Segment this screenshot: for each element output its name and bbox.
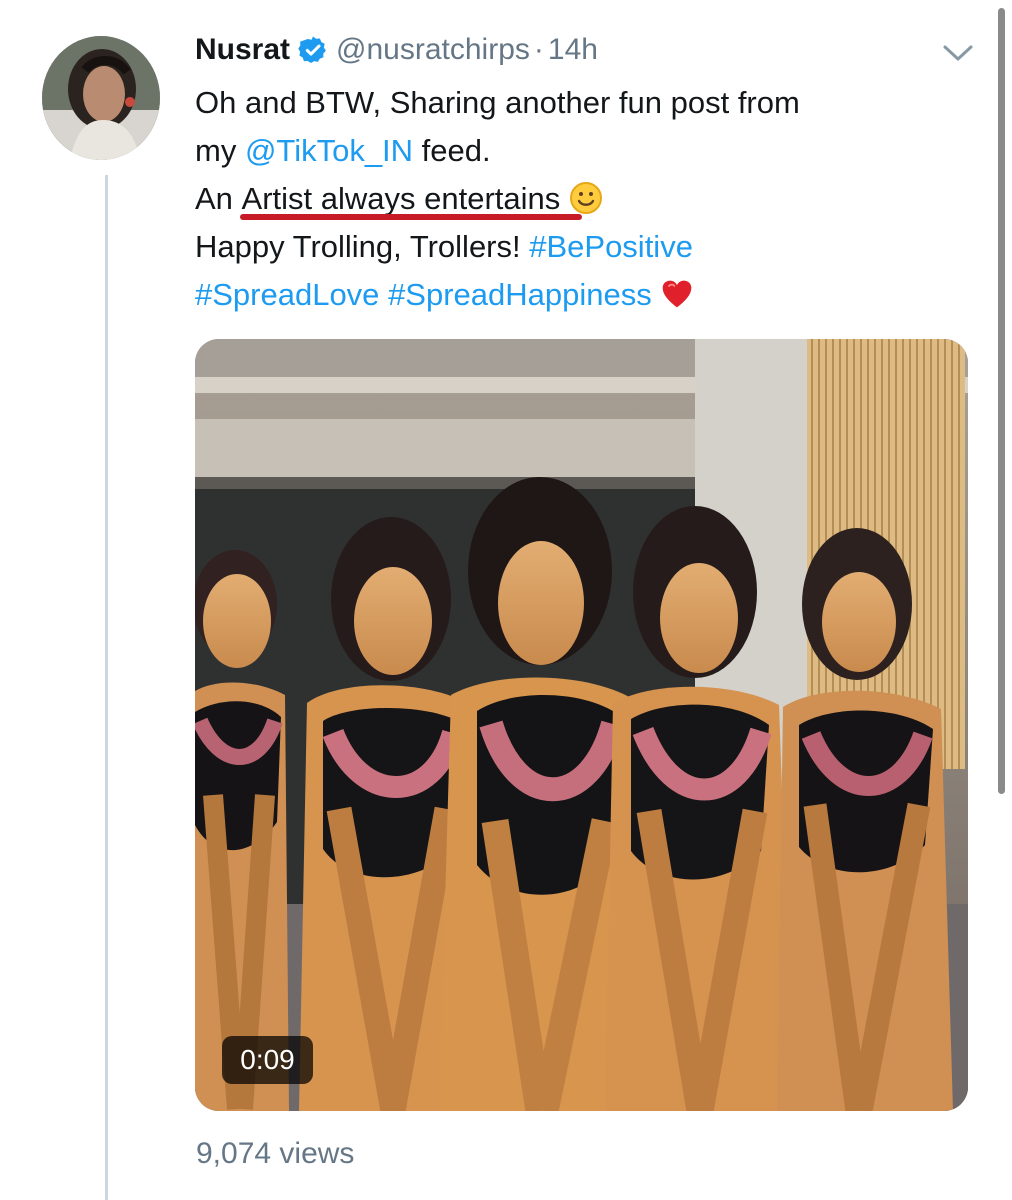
verified-badge-icon: [298, 36, 326, 63]
header-separator: ·: [533, 33, 544, 66]
tweet-line-4: Happy Trolling, Trollers! #BePositive: [195, 223, 955, 271]
thread-line: [105, 175, 108, 1200]
video-duration-badge: 0:09: [222, 1036, 313, 1084]
page-scrollbar[interactable]: [990, 0, 1012, 1200]
tweet-line-1: Oh and BTW, Sharing another fun post fro…: [195, 79, 955, 127]
hashtag-spreadlove-link[interactable]: #SpreadLove: [195, 277, 379, 312]
underlined-phrase-text: Artist always entertains: [241, 181, 561, 216]
tweet-text-line-4-prefix: Happy Trolling, Trollers!: [195, 229, 530, 264]
video-view-count: 9,074 views: [196, 1137, 355, 1170]
chevron-down-icon[interactable]: [940, 40, 976, 64]
author-handle[interactable]: @nusratchirps: [336, 30, 530, 70]
avatar[interactable]: [42, 36, 160, 160]
hashtag-spreadhappiness-link[interactable]: #SpreadHappiness: [388, 277, 652, 312]
scrollbar-thumb[interactable]: [998, 8, 1005, 794]
underlined-phrase: Artist always entertains: [239, 175, 583, 223]
red-underline-mark: [239, 214, 583, 220]
hashtag-bepositive-link[interactable]: #BePositive: [529, 229, 693, 264]
heart-emoji-icon: [663, 280, 692, 308]
tweet-line-5: #SpreadLove #SpreadHappiness: [195, 271, 955, 319]
tweet-text-line-2-suffix: feed.: [413, 133, 491, 168]
video-thumbnail: [195, 339, 968, 1111]
video-player[interactable]: 0:09: [195, 339, 968, 1111]
tweet-header: Nusrat @nusratchirps · 14h: [195, 28, 598, 72]
tweet-timestamp[interactable]: 14h: [548, 30, 598, 70]
tweet-text-line-2-prefix: my: [195, 133, 245, 168]
mention-link[interactable]: @TikTok_IN: [245, 133, 413, 168]
tweet-line-3: An Artist always entertains: [195, 175, 955, 223]
avatar-photo: [42, 36, 160, 160]
author-display-name[interactable]: Nusrat: [195, 30, 290, 70]
smile-emoji-icon: [569, 182, 602, 214]
tweet-text: Oh and BTW, Sharing another fun post fro…: [195, 79, 955, 319]
tweet-text-line-3-prefix: An: [195, 181, 242, 216]
tweet-text-line-1: Oh and BTW, Sharing another fun post fro…: [195, 85, 800, 120]
tweet-line-2: my @TikTok_IN feed.: [195, 127, 955, 175]
